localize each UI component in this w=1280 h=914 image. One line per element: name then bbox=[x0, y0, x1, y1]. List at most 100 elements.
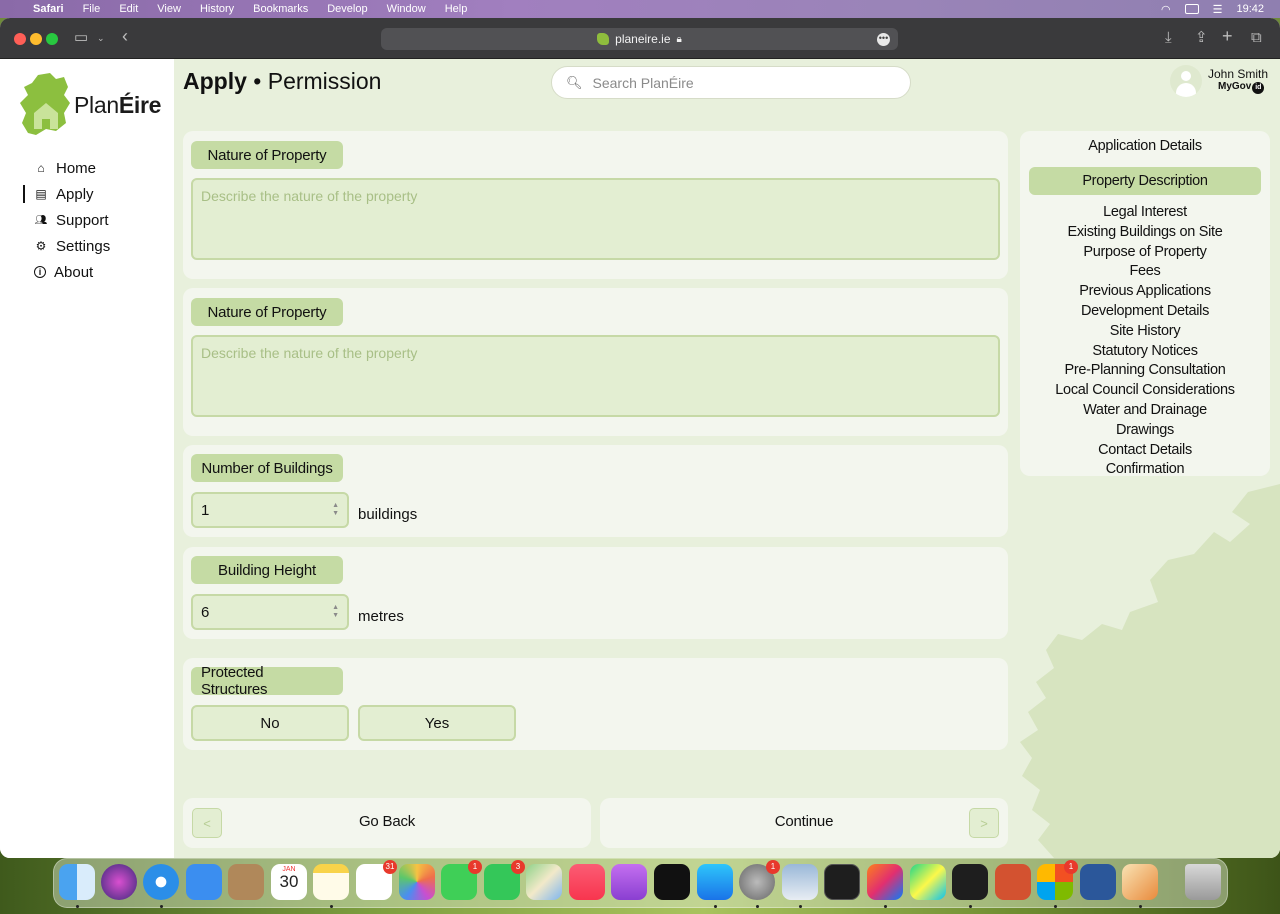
sidebar-item-settings[interactable]: ⚙ Settings bbox=[0, 233, 174, 259]
calendar-icon[interactable]: JAN 30 bbox=[271, 864, 307, 900]
buildings-number-input[interactable]: 1 ▲ ▼ bbox=[191, 492, 349, 528]
sidebar-item-about[interactable]: i About bbox=[0, 259, 174, 285]
step-statutory-notices[interactable]: Statutory Notices bbox=[1020, 343, 1270, 363]
menubar-clock[interactable]: 19:42 bbox=[1236, 3, 1264, 15]
preview-icon[interactable] bbox=[782, 864, 818, 900]
sidebar-item-apply[interactable]: ▤ Apply bbox=[0, 181, 174, 207]
downloads-icon[interactable]: ⤓ bbox=[1165, 29, 1172, 47]
planeire-logo[interactable]: PlanÉire bbox=[20, 73, 170, 143]
contacts-icon[interactable] bbox=[228, 864, 264, 900]
step-drawings[interactable]: Drawings bbox=[1020, 422, 1270, 442]
go-back-button[interactable]: Go Back bbox=[183, 813, 591, 830]
share-icon[interactable]: ⇪ bbox=[1195, 29, 1208, 47]
menu-file[interactable]: File bbox=[83, 3, 101, 15]
powerpoint-icon[interactable] bbox=[995, 864, 1031, 900]
forward-chevron-button[interactable]: > bbox=[969, 808, 999, 838]
menu-help[interactable]: Help bbox=[445, 3, 468, 15]
sidebar-item-support[interactable]: 👥︎ Support bbox=[0, 207, 174, 233]
step-site-history[interactable]: Site History bbox=[1020, 323, 1270, 343]
nature-card-1: Nature of Property Describe the nature o… bbox=[183, 131, 1008, 279]
step-purpose-of-property[interactable]: Purpose of Property bbox=[1020, 244, 1270, 264]
step-legal-interest[interactable]: Legal Interest bbox=[1020, 204, 1270, 224]
stepper-arrows-icon[interactable]: ▲ ▼ bbox=[332, 502, 339, 518]
system-settings-icon[interactable]: 1 bbox=[739, 860, 780, 900]
pycharm-icon[interactable] bbox=[910, 864, 946, 900]
step-existing-buildings[interactable]: Existing Buildings on Site bbox=[1020, 224, 1270, 244]
photos-icon[interactable] bbox=[399, 864, 435, 900]
protected-yes-button[interactable]: Yes bbox=[358, 705, 516, 741]
maps-icon[interactable] bbox=[526, 864, 562, 900]
field-label: Nature of Property bbox=[191, 141, 343, 169]
sidebar-toggle-icon[interactable]: ▭ bbox=[74, 29, 88, 47]
menu-history[interactable]: History bbox=[200, 3, 234, 15]
menu-develop[interactable]: Develop bbox=[327, 3, 367, 15]
page-menu-icon[interactable]: ••• bbox=[877, 33, 890, 46]
safari-icon[interactable] bbox=[143, 864, 179, 900]
menu-edit[interactable]: Edit bbox=[119, 3, 138, 15]
wifi-icon[interactable]: ◠ bbox=[1161, 3, 1171, 16]
stepper-arrows-icon[interactable]: ▲ ▼ bbox=[332, 604, 339, 620]
terminal-icon[interactable] bbox=[824, 864, 860, 900]
settings-badge: 1 bbox=[766, 860, 780, 874]
continue-bar[interactable]: Continue > bbox=[600, 798, 1008, 848]
go-back-bar[interactable]: < Go Back bbox=[183, 798, 591, 848]
step-pre-planning[interactable]: Pre-Planning Consultation bbox=[1020, 362, 1270, 382]
step-local-council[interactable]: Local Council Considerations bbox=[1020, 382, 1270, 402]
music-icon[interactable] bbox=[569, 864, 605, 900]
finder-icon[interactable] bbox=[59, 864, 95, 900]
word-icon[interactable] bbox=[1080, 864, 1116, 900]
step-water-drainage[interactable]: Water and Drainage bbox=[1020, 402, 1270, 422]
messages-icon[interactable]: 1 bbox=[441, 860, 482, 900]
dock: JAN 30 31 1 3 1 1 bbox=[53, 858, 1228, 908]
microsoft-store-icon[interactable]: 1 bbox=[1037, 860, 1078, 900]
continue-button[interactable]: Continue bbox=[600, 813, 1008, 830]
lock-icon: 🔒︎ bbox=[676, 33, 682, 45]
reminders-icon[interactable]: 31 bbox=[356, 860, 397, 900]
back-arrow-icon[interactable]: ‹ bbox=[122, 27, 128, 45]
search-input[interactable]: 🔍︎ Search PlanÉire bbox=[551, 66, 911, 99]
height-number-input[interactable]: 6 ▲ ▼ bbox=[191, 594, 349, 630]
nature-card-2: Nature of Property Describe the nature o… bbox=[183, 288, 1008, 436]
minimize-window-button[interactable] bbox=[30, 33, 42, 45]
user-profile[interactable]: John Smith MyGov id bbox=[1170, 65, 1275, 99]
app-store-icon[interactable] bbox=[697, 864, 733, 900]
close-window-button[interactable] bbox=[14, 33, 26, 45]
siri-icon[interactable] bbox=[101, 864, 137, 900]
figma-icon[interactable] bbox=[952, 864, 988, 900]
sidebar-item-home[interactable]: ⌂ Home bbox=[0, 155, 174, 181]
calendar-day: 30 bbox=[279, 872, 299, 891]
control-center-icon[interactable]: ☰ bbox=[1213, 3, 1223, 16]
apple-tv-icon[interactable] bbox=[654, 864, 690, 900]
menu-safari[interactable]: Safari bbox=[33, 3, 64, 15]
running-indicator bbox=[1139, 905, 1142, 908]
menu-view[interactable]: View bbox=[157, 3, 181, 15]
trash-icon[interactable] bbox=[1185, 864, 1221, 900]
new-tab-icon[interactable]: + bbox=[1222, 27, 1233, 45]
mygov-id-badge: id bbox=[1252, 82, 1265, 94]
podcasts-icon[interactable] bbox=[611, 864, 647, 900]
step-development-details[interactable]: Development Details bbox=[1020, 303, 1270, 323]
chevron-down-icon[interactable]: ⌄ bbox=[97, 29, 105, 47]
step-contact-details[interactable]: Contact Details bbox=[1020, 442, 1270, 462]
step-previous-applications[interactable]: Previous Applications bbox=[1020, 283, 1270, 303]
menu-bookmarks[interactable]: Bookmarks bbox=[253, 3, 308, 15]
intellij-icon[interactable] bbox=[867, 864, 903, 900]
avatar[interactable] bbox=[1170, 65, 1202, 97]
battery-icon[interactable] bbox=[1184, 4, 1199, 14]
height-card: Building Height 6 ▲ ▼ metres bbox=[183, 547, 1008, 639]
address-bar[interactable]: planeire.ie 🔒︎ ••• bbox=[381, 28, 898, 50]
zoom-window-button[interactable] bbox=[46, 33, 58, 45]
drawing-app-icon[interactable] bbox=[1122, 864, 1158, 900]
step-application-details[interactable]: Application Details bbox=[1020, 138, 1270, 167]
notes-icon[interactable] bbox=[313, 864, 349, 900]
protected-no-button[interactable]: No bbox=[191, 705, 349, 741]
nature-of-property-textarea-2[interactable]: Describe the nature of the property bbox=[191, 335, 1000, 417]
nature-of-property-textarea[interactable]: Describe the nature of the property bbox=[191, 178, 1000, 260]
tab-overview-icon[interactable]: ⧉ bbox=[1251, 29, 1262, 47]
facetime-icon[interactable]: 3 bbox=[484, 860, 525, 900]
step-confirmation[interactable]: Confirmation bbox=[1020, 461, 1270, 481]
step-fees[interactable]: Fees bbox=[1020, 263, 1270, 283]
mail-icon[interactable] bbox=[186, 864, 222, 900]
step-property-description[interactable]: Property Description bbox=[1029, 167, 1261, 195]
menu-window[interactable]: Window bbox=[387, 3, 426, 15]
